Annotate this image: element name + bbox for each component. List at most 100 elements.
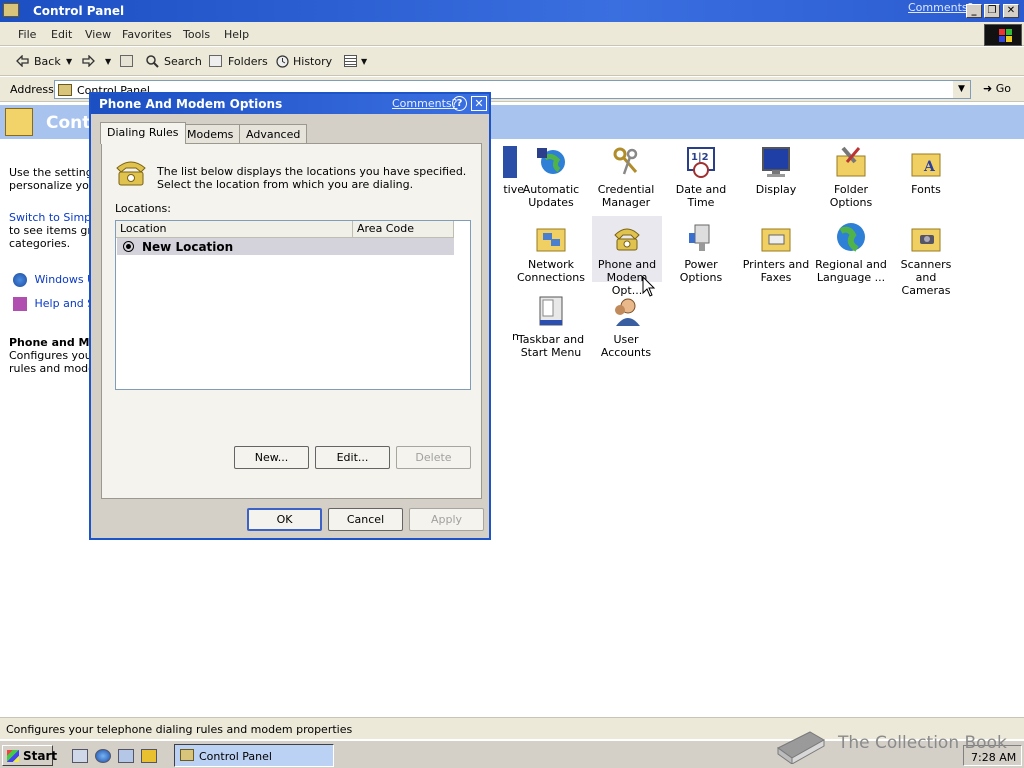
explorer-icon[interactable] [118, 749, 134, 763]
help-icon[interactable]: ? [452, 96, 467, 111]
dialog-comments-link[interactable]: Comments? [392, 97, 457, 110]
table-row[interactable]: New Location [117, 238, 454, 255]
cp-item-label: Fonts [911, 183, 941, 196]
menu-help[interactable]: Help [224, 28, 249, 41]
cp-item-folder-options[interactable]: Folder Options [814, 146, 888, 209]
forward-dropdown-icon[interactable]: ▼ [105, 57, 111, 66]
menu-view[interactable]: View [85, 28, 111, 41]
go-button[interactable]: ➜ Go [983, 82, 1011, 95]
restore-button[interactable]: ❐ [984, 4, 1000, 18]
intro-text: Use the settings personalize your [9, 166, 100, 192]
dialing-rules-description: The list below displays the locations yo… [157, 165, 467, 191]
cp-item-label: Regional and [815, 258, 887, 271]
cp-item-label: Date and Time [675, 183, 727, 209]
start-button[interactable]: Start [2, 745, 57, 766]
show-desktop-icon[interactable] [72, 749, 88, 763]
new-location-button[interactable]: New... [234, 446, 309, 469]
globe-icon [835, 221, 867, 253]
radio-selected-icon[interactable] [123, 241, 134, 252]
internet-explorer-icon[interactable] [95, 749, 111, 763]
watermark: The Collection Book [772, 720, 1012, 766]
tab-advanced[interactable]: Advanced [239, 124, 308, 144]
history-icon [276, 55, 289, 68]
intro-line-2: personalize your [9, 179, 101, 192]
cp-item-label-2: Connections [517, 271, 585, 284]
column-header-location[interactable]: Location [116, 221, 353, 238]
history-button[interactable]: History [293, 55, 332, 68]
menu-bar: File Edit View Favorites Tools Help [0, 22, 1024, 46]
menu-file[interactable]: File [18, 28, 36, 41]
toolbar: Back ▼ ▼ Search Folders History ▼ [0, 47, 1024, 76]
windows-logo-icon [984, 24, 1022, 46]
close-button[interactable]: ✕ [1003, 4, 1019, 18]
cp-item-label: Automatic [522, 183, 580, 196]
taskbar-icon [535, 296, 567, 328]
cp-item-credential-manager[interactable]: Credential Manager [589, 146, 663, 209]
help-book-icon [13, 297, 27, 311]
cp-item-regional-and-language[interactable]: Regional and Language ... [814, 221, 888, 284]
folders-icon [209, 55, 222, 67]
search-icon [146, 55, 159, 68]
help-support-item[interactable]: Help and Su [13, 297, 101, 311]
svg-text:A: A [923, 159, 936, 175]
location-name: New Location [142, 240, 234, 254]
apply-button[interactable]: Apply [409, 508, 484, 531]
forward-arrow-icon[interactable] [82, 54, 95, 68]
book-logo-icon [774, 724, 826, 765]
up-folder-icon[interactable] [120, 55, 133, 67]
cp-item-network-connections[interactable]: Network Connections [514, 221, 588, 284]
control-panel-icon [180, 749, 194, 761]
tab-modems[interactable]: Modems [180, 124, 241, 144]
menu-favorites[interactable]: Favorites [122, 28, 172, 41]
keys-icon [610, 146, 642, 178]
cp-item-label: Credential [597, 183, 655, 196]
back-dropdown-icon[interactable]: ▼ [66, 57, 72, 66]
cp-item-date-and-time[interactable]: 1|2 Date and Time [664, 146, 738, 209]
folder-tools-icon [835, 146, 867, 178]
monitor-icon [760, 146, 792, 178]
cancel-button[interactable]: Cancel [328, 508, 403, 531]
back-arrow-icon [16, 54, 29, 68]
cp-item-label: Printers and [742, 258, 810, 271]
delete-location-button[interactable]: Delete [396, 446, 471, 469]
edit-location-button[interactable]: Edit... [315, 446, 390, 469]
cp-item-fonts[interactable]: A Fonts [889, 146, 963, 196]
taskbar-item-label: Control Panel [199, 750, 272, 763]
media-player-icon[interactable] [141, 749, 157, 763]
cp-item-power-options[interactable]: Power Options [664, 221, 738, 284]
cp-item-display[interactable]: Display [739, 146, 813, 196]
comments-link[interactable]: Comments? [908, 1, 973, 14]
locations-list[interactable]: Location Area Code New Location [115, 220, 471, 390]
cp-item-printers-and-faxes[interactable]: Printers and Faxes [739, 221, 813, 284]
menu-tools[interactable]: Tools [183, 28, 210, 41]
taskbar-item-control-panel[interactable]: Control Panel [174, 744, 334, 767]
power-plug-icon [685, 221, 717, 253]
cp-item-label: Network [528, 258, 574, 271]
camera-folder-icon [910, 221, 942, 253]
intro-line-1: Use the settings [9, 166, 99, 179]
cp-item-label-2: Updates [528, 196, 574, 209]
views-icon[interactable] [344, 55, 357, 67]
watermark-text: The Collection Book [838, 733, 1007, 753]
tab-dialing-rules[interactable]: Dialing Rules [100, 122, 186, 144]
telephone-icon [611, 221, 643, 253]
cp-item-scanners-and-cameras[interactable]: Scanners and Cameras [889, 221, 963, 297]
cp-item-automatic-updates[interactable]: Automatic Updates [514, 146, 588, 209]
menu-edit[interactable]: Edit [51, 28, 72, 41]
column-header-area-code[interactable]: Area Code [353, 221, 454, 238]
telephone-icon [114, 156, 148, 188]
minimize-button[interactable]: _ [966, 4, 982, 18]
cp-item-phone-and-modem[interactable]: Phone and Modem Opt... [592, 216, 662, 297]
cp-item-user-accounts[interactable]: User Accounts [589, 296, 663, 359]
address-dropdown-icon[interactable]: ▼ [953, 81, 970, 98]
search-button[interactable]: Search [164, 55, 202, 68]
back-button[interactable]: Back [34, 55, 61, 68]
folders-button[interactable]: Folders [228, 55, 268, 68]
ok-button[interactable]: OK [247, 508, 322, 531]
window-title-bar: Control Panel Comments? _ ❐ ✕ [0, 0, 1024, 22]
cp-item-taskbar-and-start-menu[interactable]: Taskbar and Start Menu [514, 296, 588, 359]
control-panel-icon [3, 3, 19, 17]
user-accounts-icon [610, 296, 642, 328]
views-dropdown-icon[interactable]: ▼ [361, 57, 367, 66]
dialog-close-button[interactable]: ✕ [471, 96, 487, 111]
